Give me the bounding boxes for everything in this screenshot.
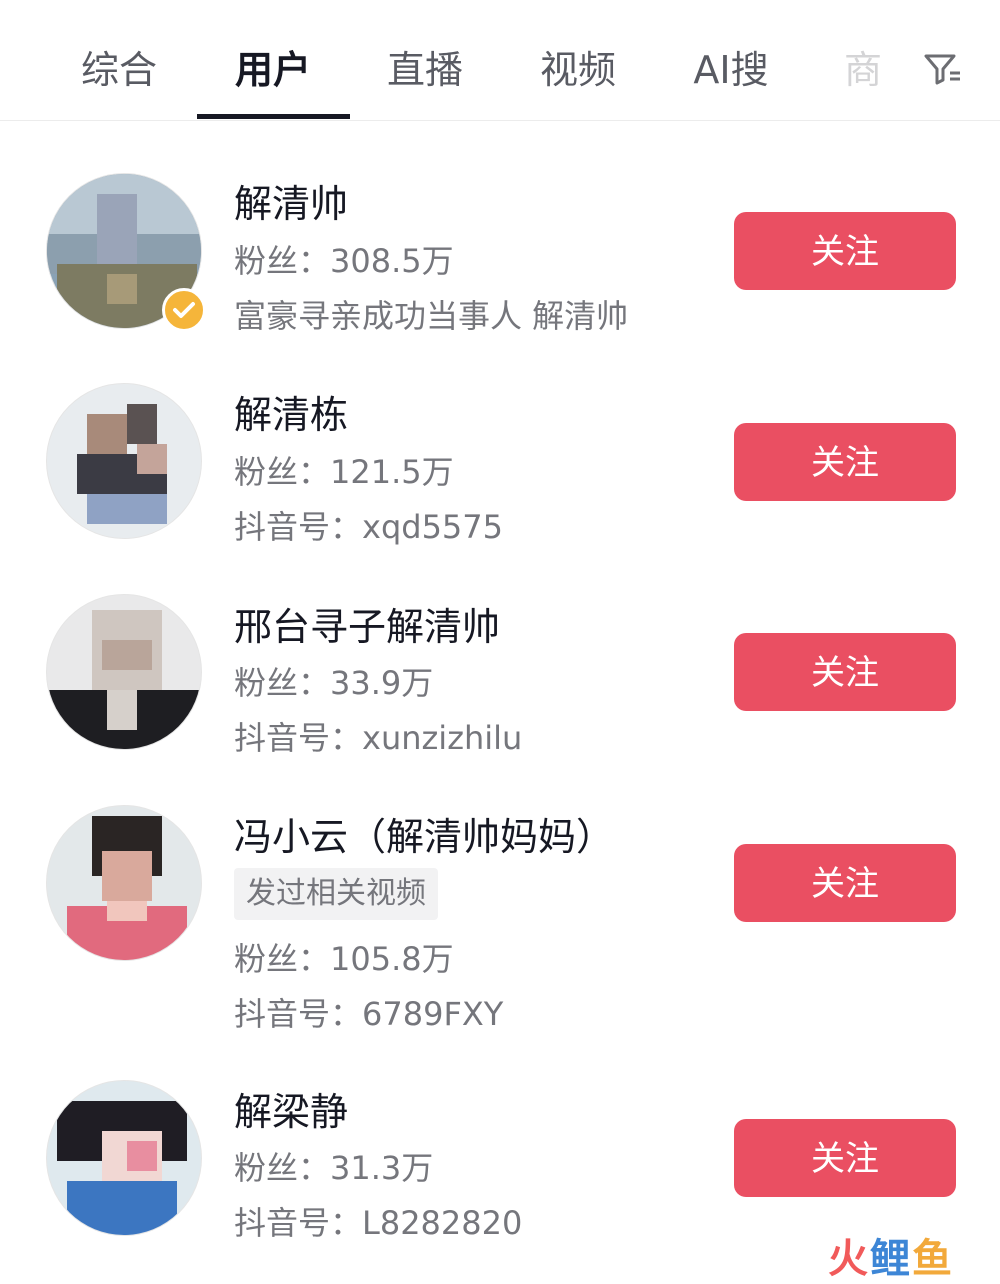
tab-ai-search[interactable]: AI搜 xyxy=(656,40,806,100)
verified-badge-icon xyxy=(162,288,206,332)
filter-icon[interactable] xyxy=(920,46,964,90)
user-name: 解清栋 xyxy=(234,393,349,437)
avatar[interactable] xyxy=(46,1080,202,1236)
avatar[interactable] xyxy=(46,383,202,539)
douyin-id: 抖音号：6789FXY xyxy=(234,995,504,1033)
douyin-id: 抖音号：L8282820 xyxy=(234,1204,523,1242)
user-name: 解梁静 xyxy=(234,1090,349,1134)
douyin-id: 抖音号：xunzizhilu xyxy=(234,719,523,757)
follow-button[interactable]: 关注 xyxy=(734,1119,956,1197)
follow-button[interactable]: 关注 xyxy=(734,212,956,290)
active-tab-indicator xyxy=(197,114,350,119)
fan-count: 粉丝：121.5万 xyxy=(234,453,454,491)
tab-general[interactable]: 综合 xyxy=(44,40,194,100)
fan-count: 粉丝：308.5万 xyxy=(234,242,454,280)
follow-button[interactable]: 关注 xyxy=(734,633,956,711)
tab-users[interactable]: 用户 xyxy=(198,40,348,100)
follow-button[interactable]: 关注 xyxy=(734,844,956,922)
tab-products[interactable]: 商 xyxy=(788,40,938,100)
user-name: 冯小云（解清帅妈妈） xyxy=(234,815,615,859)
fan-count: 粉丝：31.3万 xyxy=(234,1149,434,1187)
fan-count: 粉丝：33.9万 xyxy=(234,664,434,702)
search-tab-bar: 综合 用户 直播 视频 AI搜 商 xyxy=(0,0,1000,121)
fan-count: 粉丝：105.8万 xyxy=(234,940,454,978)
user-name: 解清帅 xyxy=(234,182,349,226)
user-bio: 富豪寻亲成功当事人 解清帅 xyxy=(234,297,629,335)
related-video-tag: 发过相关视频 xyxy=(234,868,438,920)
follow-button[interactable]: 关注 xyxy=(734,423,956,501)
avatar[interactable] xyxy=(46,594,202,750)
avatar[interactable] xyxy=(46,805,202,961)
tab-videos[interactable]: 视频 xyxy=(503,40,653,100)
douyin-id: 抖音号：xqd5575 xyxy=(234,508,504,546)
watermark-logo: 火鲤鱼 xyxy=(828,1236,954,1282)
user-name: 邢台寻子解清帅 xyxy=(234,605,501,649)
tab-live[interactable]: 直播 xyxy=(350,40,500,100)
